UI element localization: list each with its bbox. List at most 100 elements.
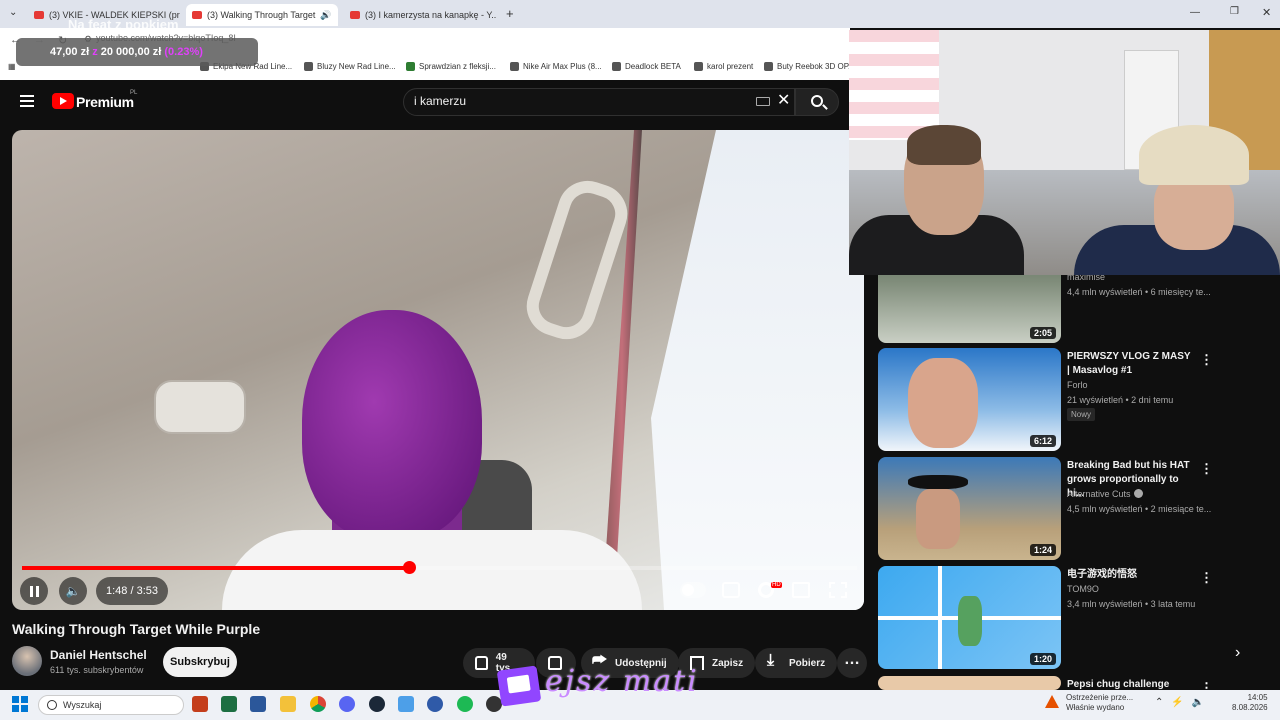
channel-avatar[interactable] bbox=[12, 646, 42, 676]
captions-icon[interactable] bbox=[722, 582, 740, 598]
bookmark-item[interactable]: Buty Reebok 3D OP... bbox=[764, 62, 855, 71]
youtube-favicon-icon bbox=[192, 11, 202, 19]
youtube-favicon-icon bbox=[350, 11, 360, 19]
more-options-icon[interactable]: ⋮ bbox=[1200, 352, 1213, 368]
thumbs-up-icon bbox=[475, 656, 488, 670]
video-duration: 1:20 bbox=[1029, 653, 1056, 665]
new-tab-button[interactable]: + bbox=[506, 6, 514, 21]
tab-title: (3) Walking Through Target bbox=[207, 10, 316, 20]
powerpoint-icon[interactable] bbox=[192, 696, 208, 712]
bookmark-item[interactable]: karol prezent bbox=[694, 62, 753, 71]
bookmark-icon bbox=[612, 62, 621, 71]
bookmark-icon bbox=[406, 62, 415, 71]
minimize-icon[interactable]: — bbox=[1190, 7, 1200, 18]
warning-icon[interactable] bbox=[1045, 695, 1059, 708]
bookmark-icon bbox=[694, 62, 703, 71]
video-title: Walking Through Target While Purple bbox=[12, 621, 261, 637]
subscribe-button[interactable]: Subskrybuj bbox=[163, 647, 237, 677]
recommendation-meta: 4,5 mln wyświetleń • 2 miesiące te... bbox=[1067, 504, 1212, 514]
progress-bar[interactable] bbox=[22, 561, 857, 574]
spotify-icon[interactable] bbox=[457, 696, 473, 712]
autoplay-toggle[interactable] bbox=[680, 582, 706, 598]
scrubber-handle[interactable] bbox=[402, 561, 416, 574]
video-duration: 2:05 bbox=[1029, 327, 1056, 339]
bookmark-item[interactable]: Sprawdzian z fleksji... bbox=[406, 62, 496, 71]
taskbar-clock[interactable]: 14:05 8.08.2026 bbox=[1232, 693, 1268, 713]
video-player[interactable] bbox=[12, 130, 864, 610]
chrome-icon[interactable] bbox=[310, 696, 326, 712]
steam-icon[interactable] bbox=[369, 696, 385, 712]
recommendation-thumbnail[interactable]: 1:20 bbox=[878, 566, 1061, 669]
bookmark-icon bbox=[304, 62, 313, 71]
menu-icon[interactable] bbox=[20, 95, 34, 107]
file-explorer-icon[interactable] bbox=[280, 696, 296, 712]
channel-name[interactable]: Daniel Hentschel bbox=[50, 648, 147, 662]
windows-start-icon[interactable] bbox=[12, 696, 28, 712]
progress-played bbox=[22, 566, 409, 570]
clear-search-icon[interactable]: ✕ bbox=[777, 93, 790, 109]
recommendation-thumbnail[interactable]: 6:12 bbox=[878, 348, 1061, 451]
twitch-logo-icon bbox=[496, 665, 542, 707]
ea-icon[interactable] bbox=[427, 696, 443, 712]
tab-list-icon[interactable]: ⌄ bbox=[9, 7, 17, 18]
fullscreen-icon[interactable] bbox=[829, 582, 847, 598]
recommendation-thumbnail[interactable] bbox=[878, 676, 1061, 690]
recommendation-channel[interactable]: Forlo bbox=[1067, 380, 1088, 390]
excel-icon[interactable] bbox=[221, 696, 237, 712]
bookmark-item[interactable]: Bluzy New Rad Line... bbox=[304, 62, 396, 71]
theater-mode-icon[interactable] bbox=[792, 582, 810, 598]
recommendation-channel[interactable]: TOM9O bbox=[1067, 584, 1099, 594]
twitch-handle: ejsz mati bbox=[545, 664, 699, 699]
more-options-icon[interactable]: ⋮ bbox=[1200, 461, 1213, 477]
donation-goal-title: Na feat z popkiem bbox=[68, 17, 179, 32]
apps-icon[interactable]: ▦ bbox=[8, 62, 16, 71]
youtube-favicon-icon bbox=[34, 11, 44, 19]
new-badge: Nowy bbox=[1067, 408, 1096, 421]
streamer-webcam bbox=[849, 30, 1280, 275]
download-button[interactable]: Pobierz bbox=[755, 648, 838, 678]
recommendation-meta: 21 wyświetleń • 2 dni temu bbox=[1067, 395, 1174, 405]
bookmark-icon bbox=[764, 62, 773, 71]
system-tray-icons[interactable]: ⌃⚡🔈 bbox=[1155, 697, 1212, 708]
more-options-icon[interactable]: ⋮ bbox=[1200, 570, 1213, 586]
youtube-logo-icon[interactable] bbox=[52, 93, 74, 109]
recommendation-thumbnail[interactable]: 1:24 bbox=[878, 457, 1061, 560]
youtube-brand[interactable]: Premium bbox=[76, 94, 134, 110]
discord-icon[interactable] bbox=[339, 696, 355, 712]
tab-title: (3) I kamerzysta na kanapkę - Y... bbox=[365, 10, 496, 20]
volume-button[interactable]: 🔈 bbox=[59, 577, 87, 605]
search-icon bbox=[811, 95, 823, 107]
recommendation-channel[interactable]: Alternative Cuts bbox=[1067, 489, 1143, 499]
browser-tab-2[interactable]: (3) Walking Through Target 🔊 ✕ bbox=[186, 4, 338, 26]
video-frame-subject bbox=[302, 310, 482, 540]
recommendation-title[interactable]: PIERWSZY VLOG Z MASY | Masavlog #1 bbox=[1067, 350, 1195, 378]
browser-tab-3[interactable]: (3) I kamerzysta na kanapkę - Y... ✕ bbox=[344, 4, 496, 26]
close-window-icon[interactable]: ✕ bbox=[1262, 6, 1271, 19]
audio-playing-icon[interactable]: 🔊 bbox=[320, 10, 331, 21]
video-duration: 6:12 bbox=[1029, 435, 1056, 447]
download-icon bbox=[767, 652, 781, 670]
keyboard-icon[interactable] bbox=[756, 97, 770, 106]
bookmark-icon bbox=[510, 62, 519, 71]
more-actions-button[interactable]: … bbox=[837, 648, 867, 678]
taskbar-search[interactable]: Wyszukaj bbox=[38, 695, 184, 715]
verified-icon bbox=[1133, 489, 1143, 498]
subscriber-count: 611 tys. subskrybentów bbox=[50, 665, 144, 675]
search-button[interactable] bbox=[795, 88, 839, 116]
search-query[interactable]: i kamerzu bbox=[414, 94, 466, 108]
volume-icon: 🔈 bbox=[65, 584, 81, 598]
video-duration: 1:24 bbox=[1029, 544, 1056, 556]
recommendation-meta: 3,4 mln wyświetleń • 3 lata temu bbox=[1067, 599, 1196, 609]
taskbar-notice[interactable]: Ostrzeżenie prze... Właśnie wydano bbox=[1066, 693, 1133, 713]
bookmark-item[interactable]: Nike Air Max Plus (8... bbox=[510, 62, 602, 71]
word-icon[interactable] bbox=[250, 696, 266, 712]
maximize-icon[interactable]: ❐ bbox=[1230, 6, 1239, 17]
pause-button[interactable] bbox=[20, 577, 48, 605]
chevron-right-icon[interactable]: › bbox=[1235, 644, 1240, 662]
hd-badge: HD bbox=[771, 582, 782, 588]
recommendation-title[interactable]: 电子游戏的悟怒 bbox=[1067, 568, 1195, 582]
donation-goal-amount: 47,00 zł z 20 000,00 zł (0.23%) bbox=[50, 46, 203, 58]
app-icon[interactable] bbox=[398, 696, 414, 712]
recommendation-meta: 4,4 mln wyświetleń • 6 miesięcy te... bbox=[1067, 287, 1211, 297]
bookmark-item[interactable]: Deadlock BETA bbox=[612, 62, 681, 71]
